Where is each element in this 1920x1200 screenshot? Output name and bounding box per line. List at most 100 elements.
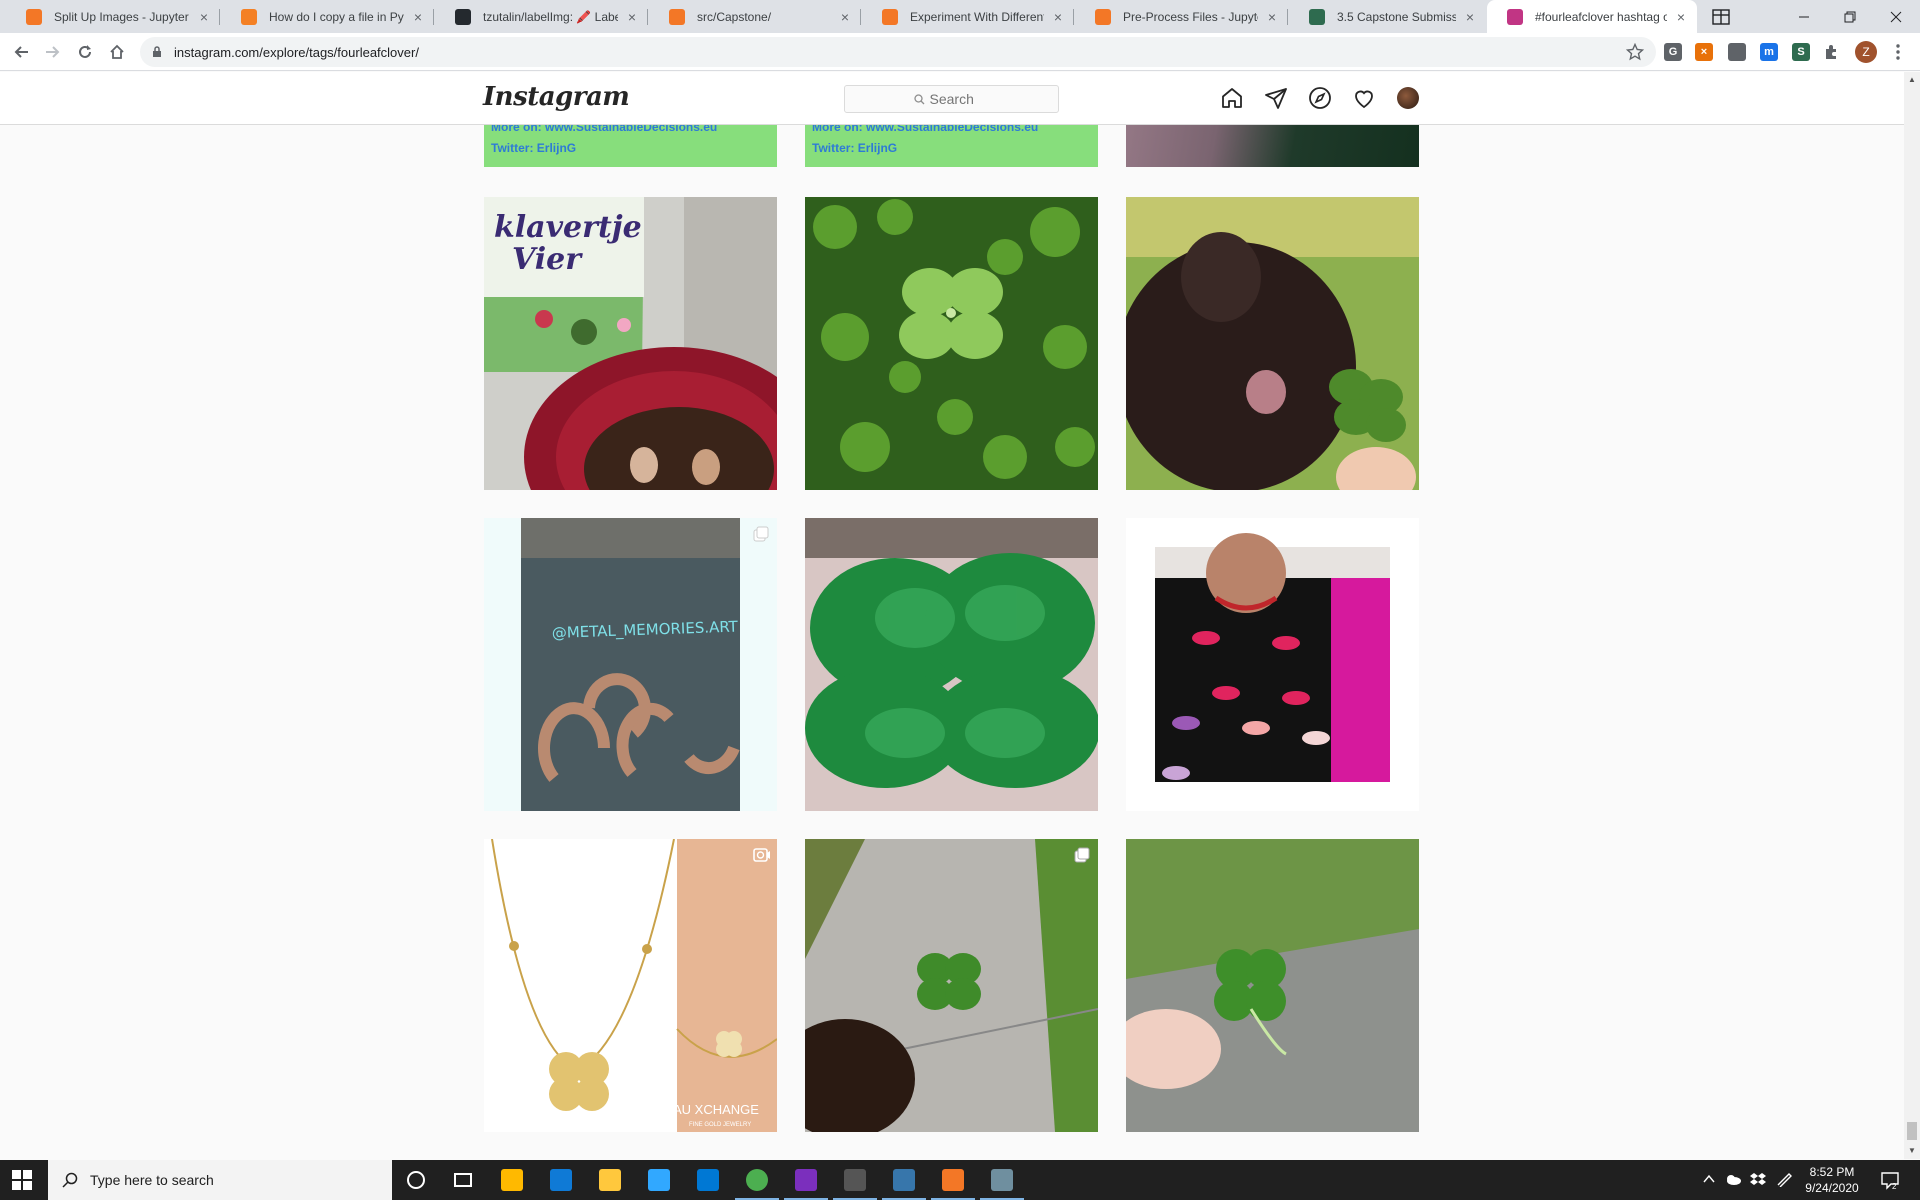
photoshop-icon-glyph [648, 1169, 670, 1191]
scroll-down-arrow-icon[interactable]: ▼ [1908, 1147, 1916, 1155]
tab-separator [647, 9, 648, 25]
partial-text-more: More on: www.SustainableDecisions.eu [491, 125, 718, 134]
edge-icon[interactable] [547, 1166, 575, 1194]
browser-tab[interactable]: tzutalin/labelImg: 🖍️ Label × [435, 0, 648, 33]
scroll-thumb[interactable] [1907, 1122, 1917, 1140]
forward-icon[interactable] [38, 37, 68, 67]
windows-start-icon[interactable] [12, 1170, 32, 1190]
extension-s-icon[interactable]: S [1792, 43, 1810, 61]
extension-orange-icon[interactable]: × [1695, 43, 1713, 61]
mail-icon[interactable] [694, 1166, 722, 1194]
grammarly-icon[interactable]: G [1664, 43, 1682, 61]
close-tab-icon[interactable]: × [1673, 9, 1689, 25]
file-explorer-icon-glyph [599, 1169, 621, 1191]
video-camera-icon [753, 847, 770, 863]
chrome-icon[interactable] [743, 1166, 771, 1194]
browser-menu-icon[interactable] [1889, 43, 1907, 61]
tile-necklace[interactable]: AU XCHANGE FINE GOLD JEWELRY [484, 839, 777, 1132]
tab-title: tzutalin/labelImg: 🖍️ Label [483, 9, 618, 24]
calculator-icon[interactable] [988, 1166, 1016, 1194]
windows-taskbar: Type here to search 8:52 PM 9/24/2020 2 [0, 1160, 1920, 1200]
bookmark-star-icon[interactable] [1625, 42, 1645, 66]
tile-hand-clover-sidewalk[interactable] [805, 839, 1098, 1132]
tab-separator [1073, 9, 1074, 25]
tile-dog-clover[interactable] [1126, 197, 1419, 490]
close-tab-icon[interactable]: × [1050, 9, 1066, 25]
reload-icon[interactable] [70, 37, 100, 67]
browser-tab[interactable]: src/Capstone/ × [649, 0, 861, 33]
cortana-icon[interactable] [402, 1166, 430, 1194]
tile-partial-clover-3[interactable] [1126, 125, 1419, 167]
tile-fingers-clover[interactable] [1126, 839, 1419, 1132]
tile-klavertje-vier[interactable]: klavertje Vier [484, 197, 777, 490]
close-tab-icon[interactable]: × [196, 9, 212, 25]
pen-ink-icon[interactable] [1776, 1171, 1792, 1188]
extension-blue-icon[interactable]: m [1760, 43, 1778, 61]
store-icon[interactable] [498, 1166, 526, 1194]
tile-metal-clover[interactable] [805, 518, 1098, 811]
photoshop-icon[interactable] [645, 1166, 673, 1194]
tile-horseshoes[interactable]: @METAL_MEMORIES.ART [484, 518, 777, 811]
terminal-icon[interactable] [841, 1166, 869, 1194]
search-input[interactable] [929, 91, 990, 107]
browser-tab[interactable]: 3.5 Capstone Submission - S × [1289, 0, 1486, 33]
klavertje-text: klavertje [494, 210, 642, 245]
file-explorer-icon[interactable] [596, 1166, 624, 1194]
browser-tab[interactable]: Experiment With Different M × [862, 0, 1074, 33]
partial-text-more: More on: www.SustainableDecisions.eu [812, 125, 1039, 134]
tab-title: Experiment With Different M [910, 9, 1044, 24]
store-icon-glyph [501, 1169, 523, 1191]
home-browser-icon[interactable] [102, 37, 132, 67]
profile-avatar-browser[interactable]: Z [1855, 41, 1877, 63]
browser-tab[interactable]: How do I copy a file in Pyth × [221, 0, 434, 33]
scroll-up-arrow-icon[interactable]: ▲ [1908, 76, 1916, 84]
tab-search-icon[interactable] [1698, 0, 1744, 33]
address-bar[interactable]: instagram.com/explore/tags/fourleafclove… [140, 37, 1656, 67]
tile-partial-sustainable-1[interactable]: More on: www.SustainableDecisions.eu Twi… [484, 125, 777, 167]
onenote-icon[interactable] [792, 1166, 820, 1194]
browser-tab[interactable]: Split Up Images - Jupyter N × [6, 0, 220, 33]
minimize-icon[interactable] [1781, 0, 1827, 33]
task-view-icon[interactable] [449, 1166, 477, 1194]
extensions-puzzle-icon[interactable] [1823, 43, 1841, 61]
python-icon[interactable] [890, 1166, 918, 1194]
page-scrollbar[interactable]: ▲ ▼ [1904, 72, 1920, 1159]
tile-clover-patch[interactable] [805, 197, 1098, 490]
dropbox-icon[interactable] [1750, 1171, 1766, 1187]
activity-heart-icon[interactable] [1352, 86, 1376, 110]
terminal-icon-glyph [844, 1169, 866, 1191]
jupyter-icon [26, 8, 42, 25]
restore-icon[interactable] [1827, 0, 1873, 33]
tab-title: How do I copy a file in Pyth [269, 9, 404, 24]
jupyter-icon [1095, 8, 1111, 25]
jupyter-icon[interactable] [939, 1166, 967, 1194]
taskbar-search-icon [62, 1172, 78, 1188]
notification-center-icon[interactable]: 2 [1880, 1170, 1900, 1191]
onedrive-icon[interactable] [1724, 1172, 1742, 1186]
lock-icon[interactable] [152, 45, 162, 63]
browser-tab[interactable]: Pre-Process Files - Jupyter N × [1075, 0, 1288, 33]
profile-avatar[interactable] [1397, 87, 1419, 109]
taskbar-clock[interactable]: 8:52 PM 9/24/2020 [1796, 1164, 1868, 1196]
taskbar-search-box[interactable]: Type here to search [48, 1160, 392, 1200]
close-tab-icon[interactable]: × [1462, 9, 1478, 25]
close-window-icon[interactable] [1873, 0, 1919, 33]
tile-lips-shirt[interactable] [1126, 518, 1419, 811]
close-tab-icon[interactable]: × [624, 9, 640, 25]
close-tab-icon[interactable]: × [410, 9, 426, 25]
browser-tab[interactable]: #fourleafclover hashtag on I × [1487, 0, 1697, 33]
tab-title: 3.5 Capstone Submission - S [1337, 9, 1456, 24]
explore-icon[interactable] [1308, 86, 1332, 110]
springboard-icon [1309, 8, 1325, 25]
instagram-logo[interactable]: Instagram [483, 82, 630, 112]
close-tab-icon[interactable]: × [837, 9, 853, 25]
search-box[interactable] [844, 85, 1059, 113]
home-icon[interactable] [1220, 86, 1244, 110]
back-icon[interactable] [6, 37, 36, 67]
extension-circle-icon[interactable] [1728, 43, 1746, 61]
direct-icon[interactable] [1264, 86, 1288, 110]
tile-partial-sustainable-2[interactable]: More on: www.SustainableDecisions.eu Twi… [805, 125, 1098, 167]
show-hidden-icons-icon[interactable] [1702, 1172, 1716, 1186]
url-text[interactable]: instagram.com/explore/tags/fourleafclove… [174, 45, 419, 60]
close-tab-icon[interactable]: × [1264, 9, 1280, 25]
